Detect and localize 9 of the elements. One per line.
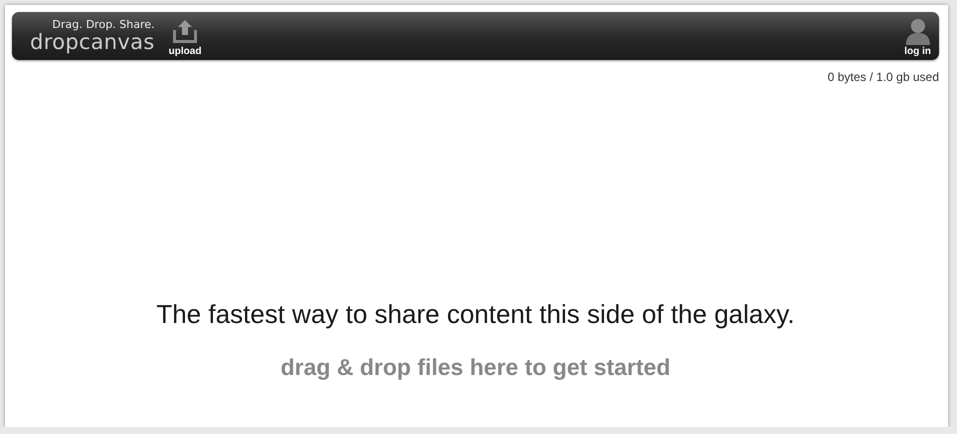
login-button[interactable]: log in [904, 12, 931, 60]
storage-usage: 0 bytes / 1.0 gb used [828, 70, 939, 84]
user-icon [904, 17, 931, 45]
upload-icon [171, 19, 200, 45]
logo: dropcanvas [30, 31, 155, 53]
upload-button[interactable]: upload [168, 12, 202, 60]
drop-hint: drag & drop files here to get started [280, 354, 670, 381]
tagline: Drag. Drop. Share. [52, 19, 155, 31]
headline: The fastest way to share content this side of the galaxy. [156, 299, 795, 330]
